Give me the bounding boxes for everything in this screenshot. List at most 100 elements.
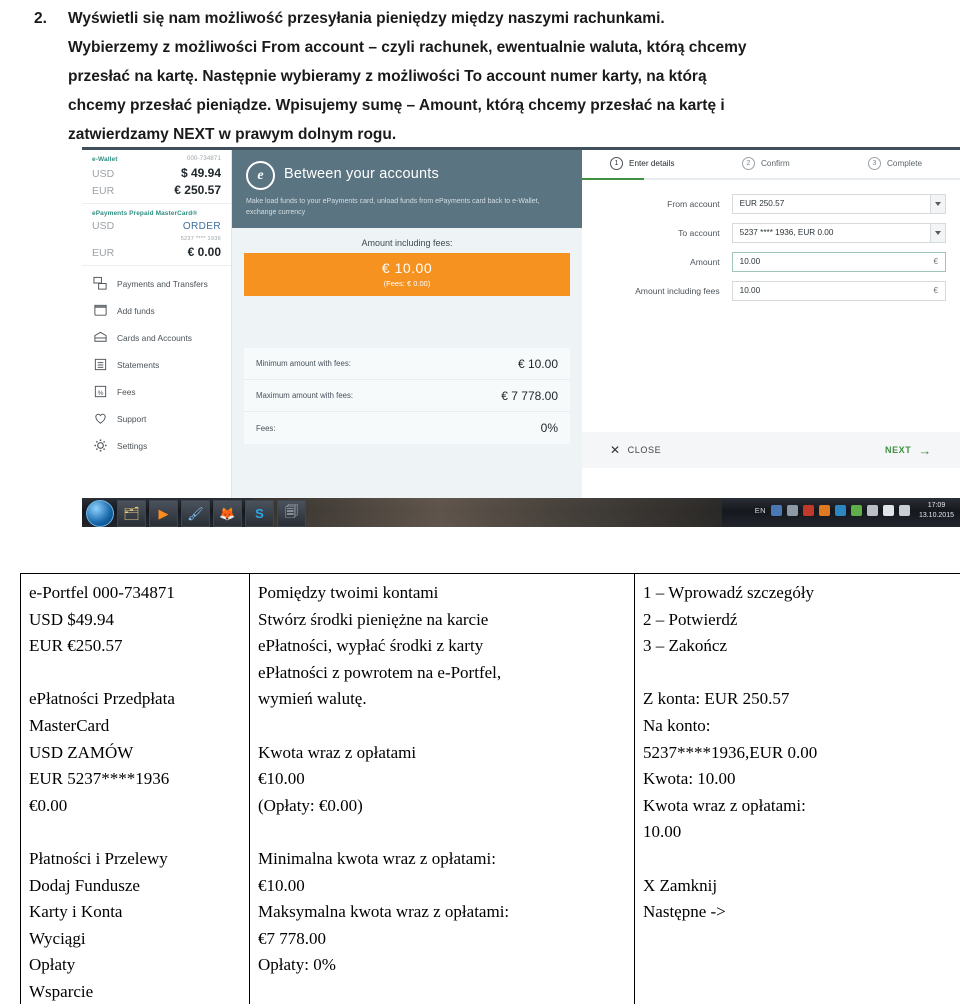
network-icon[interactable] [898,505,910,516]
cell-line: Kwota: 10.00 [643,769,736,789]
media-player-taskbar-icon[interactable]: ▶ [149,500,178,527]
cell-spacer [29,819,241,846]
chevron-down-icon[interactable] [930,195,945,213]
close-button-label: CLOSE [627,445,662,455]
svg-text:%: % [97,390,103,397]
card-eur-value: € 0.00 [187,245,221,259]
windows-taskbar: 🗂 ▶ 🖌 🦊 S 🗐 EN 17:09 13.10.2015 [82,498,960,527]
transfer-icon [92,276,108,292]
field-amount: Amount 10.00 € [582,252,946,272]
explorer-taskbar-icon[interactable]: 🗂 [117,500,146,527]
tray-icon[interactable] [850,505,862,516]
card-icon [92,330,108,346]
start-button-icon[interactable] [86,500,114,527]
cell-line: EUR €250.57 [29,636,123,656]
instruction-line: Wybierzemy z możliwości From account – c… [68,39,747,56]
step-label: Enter details [629,159,675,168]
translation-table: e-Portfel 000-734871 USD $49.94 EUR €250… [20,573,960,1004]
heart-icon [92,411,108,427]
sidebar-item-support[interactable]: Support [82,405,231,432]
card-title: ePayments Prepaid MasterCard® [92,210,198,217]
sidebar-item-settings[interactable]: Settings [82,432,231,459]
chevron-down-icon[interactable] [930,224,945,242]
to-account-select[interactable]: 5237 **** 1936, EUR 0.00 [731,223,946,243]
wallet-eur-currency: EUR [92,185,115,197]
amount-highlight-box: € 10.00 (Fees: € 0.00) [244,253,570,296]
volume-icon[interactable] [882,505,894,516]
step-label: Complete [887,159,923,168]
card-usd-currency: USD [92,220,115,232]
document-taskbar-icon[interactable]: 🗐 [277,500,306,527]
cell-line: €10.00 [258,875,305,895]
active-step-underline [582,178,644,180]
card-section: ePayments Prepaid MasterCard® USD ORDER … [82,204,231,266]
amount-input[interactable]: 10.00 € [731,252,946,272]
cell-line: EUR 5237****1936 [29,769,170,789]
step-confirm[interactable]: 2 Confirm [742,157,790,170]
fee-key: Fees: [256,423,276,433]
field-value: 10.00 [739,286,761,295]
tray-icon[interactable] [802,505,814,516]
tray-icon[interactable] [786,505,798,516]
amount-including-fees-label: Amount including fees: [361,238,453,248]
tray-icon[interactable] [834,505,846,516]
cell-spacer [258,713,626,740]
step-complete[interactable]: 3 Complete [868,157,922,170]
order-card-link[interactable]: ORDER [183,221,221,232]
tray-icon[interactable] [818,505,830,516]
instruction-line: zatwierdzamy NEXT w prawym dolnym rogu. [68,126,397,143]
instruction-line: chcemy przesłać pieniądze. Wpisujemy sum… [68,97,725,114]
arrow-right-icon: → [918,442,932,458]
taskbar-buttons: 🗂 ▶ 🖌 🦊 S 🗐 [86,500,306,527]
close-button[interactable]: ✕ CLOSE [610,443,661,457]
fee-value: 0% [540,421,558,435]
fees-table: Minimum amount with fees: € 10.00 Maximu… [244,348,570,444]
cell-line: e-Portfel 000-734871 [29,583,175,602]
language-indicator[interactable]: EN [755,506,766,515]
sidebar-item-label: Add funds [117,305,155,316]
field-label: Amount [690,257,720,267]
sidebar-item-label: Settings [117,440,148,451]
transfer-form-panel: 1 Enter details 2 Confirm 3 Complete Fro… [582,150,960,498]
next-button[interactable]: NEXT → [885,443,932,458]
amount-including-fees-input[interactable]: 10.00 € [731,281,946,301]
field-value: 10.00 [739,257,761,266]
cell-line: Maksymalna kwota wraz z opłatami: [258,902,510,922]
firefox-taskbar-icon[interactable]: 🦊 [213,500,242,527]
tray-icon[interactable] [770,505,782,516]
cell-line: Z konta: EUR 250.57 [643,689,790,709]
sidebar-item-payments-and-transfers[interactable]: Payments and Transfers [82,270,231,297]
wallet-usd-row: USD $ 49.94 [92,166,221,180]
step-number: 2 [742,157,755,170]
cell-line: Karty i Konta [29,902,123,922]
wallet-usd-value: $ 49.94 [180,166,221,180]
page-root: 2. Wyświetli się nam możliwość przesyłan… [0,0,960,1004]
paint-taskbar-icon[interactable]: 🖌 [181,500,210,527]
sidebar-item-cards-and-accounts[interactable]: Cards and Accounts [82,324,231,351]
from-account-select[interactable]: EUR 250.57 [731,194,946,214]
taskbar-wallpaper-strip [252,498,722,527]
system-tray: EN 17:09 13.10.2015 [755,501,954,520]
fee-row: Minimum amount with fees: € 10.00 [244,348,570,380]
fee-row: Maximum amount with fees: € 7 778.00 [244,380,570,412]
sidebar-item-label: Payments and Transfers [117,278,208,289]
skype-taskbar-icon[interactable]: S [245,500,274,527]
cell-line: (Opłaty: €0.00) [258,795,363,815]
cell-line: Następne -> [643,902,726,922]
cell-line: 10.00 [643,822,682,842]
tray-icon[interactable] [866,505,878,516]
instruction-line: przesłać na kartę. Następnie wybieramy z… [68,68,707,85]
sidebar-item-add-funds[interactable]: Add funds [82,297,231,324]
cell-line: €7 778.00 [258,928,326,948]
field-label: Amount including fees [635,286,720,296]
sidebar-item-statements[interactable]: Statements [82,351,231,378]
taskbar-clock[interactable]: 17:09 13.10.2015 [919,501,954,520]
sidebar-item-fees[interactable]: % Fees [82,378,231,405]
card-usd-row: USD ORDER [92,220,221,232]
step-enter-details[interactable]: 1 Enter details [610,157,675,170]
table-cell-col3: 1 – Wprowadź szczegóły 2 – Potwierdź 3 –… [634,573,960,1004]
sidebar-item-label: Cards and Accounts [117,332,192,343]
sidebar-item-label: Support [117,413,147,424]
fees-inline: (Fees: € 0.00) [383,279,431,288]
cell-line: X Zamknij [643,875,718,895]
